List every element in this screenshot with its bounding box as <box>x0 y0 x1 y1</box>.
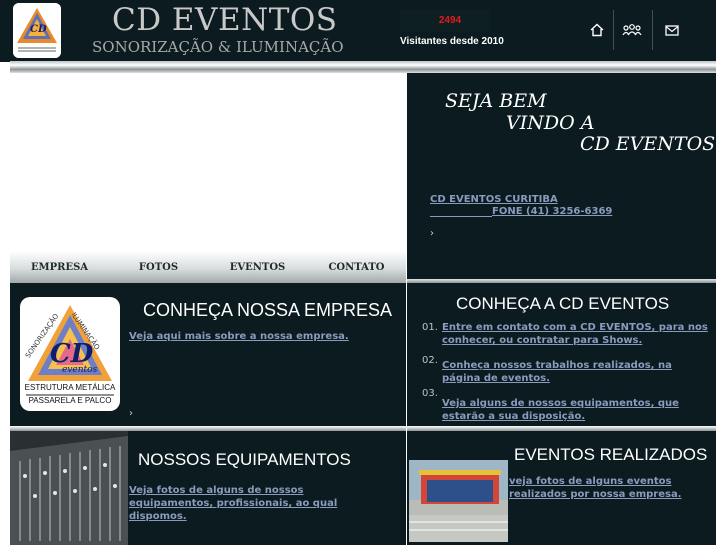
site-subtitle: SONORIZAÇÃO & ILUMINAÇÃO <box>92 38 344 56</box>
visitor-counter: 2494 <box>438 15 462 26</box>
crowd-icon <box>622 24 642 36</box>
site-title: CD EVENTOS <box>112 2 338 38</box>
eventos-title: EVENTOS REALIZADOS <box>514 445 708 464</box>
stage-event-image <box>409 460 508 542</box>
equipamentos-link[interactable]: Veja fotos de alguns de nossos equipamen… <box>129 484 379 523</box>
item-number: 03. <box>422 388 438 399</box>
empresa-title: CONHEÇA NOSSA EMPRESA <box>143 300 393 320</box>
mixer-photo[interactable] <box>10 431 128 545</box>
home-button[interactable] <box>583 16 611 44</box>
conheca-item-2[interactable]: Conheça nossos trabalhos realizados, na … <box>442 359 708 385</box>
empresa-link[interactable]: Veja aqui mais sobre a nossa empresa. <box>129 330 349 343</box>
mail-icon <box>665 24 679 36</box>
company-link[interactable]: CD EVENTOS CURITIBA <box>430 194 558 205</box>
logo[interactable]: CD <box>13 3 61 58</box>
equipamentos-title: NOSSOS EQUIPAMENTOS <box>138 450 351 469</box>
header-divider <box>652 10 653 50</box>
conheca-title: CONHEÇA A CD EVENTOS <box>456 294 670 313</box>
conheca-item-3[interactable]: Veja alguns de nossos equipamentos, que … <box>442 397 708 423</box>
logo-mark: CD <box>30 24 47 35</box>
arrow-icon[interactable]: › <box>129 408 133 419</box>
banner-area <box>10 73 406 251</box>
nav-eventos[interactable]: EVENTOS <box>208 251 307 283</box>
item-number: 01. <box>422 322 438 333</box>
logo-estrutura-text: ESTRUTURA METÁLICA <box>24 383 116 392</box>
welcome-line-1: SEJA BEM <box>445 90 547 112</box>
nav-contato[interactable]: CONTATO <box>307 251 406 283</box>
conheca-item-1[interactable]: Entre em contato com a CD EVENTOS, para … <box>442 321 708 347</box>
phone-link[interactable]: FONE (41) 3256-6369 <box>492 206 612 217</box>
mail-button[interactable] <box>658 16 686 44</box>
empresa-logo[interactable]: CD eventos SONORIZAÇÃO ILUMINAÇÃO ESTRUT… <box>20 297 120 411</box>
link-underline <box>430 216 492 217</box>
crowd-button[interactable] <box>618 16 646 44</box>
evento-photo[interactable] <box>409 460 508 542</box>
metal-divider <box>10 61 716 73</box>
welcome-line-3: CD EVENTOS <box>580 133 716 155</box>
home-icon <box>590 23 604 37</box>
mixing-console-image <box>10 431 128 545</box>
nav-fotos[interactable]: FOTOS <box>109 251 208 283</box>
visitor-label: Visitantes desde 2010 <box>400 36 504 47</box>
arrow-icon[interactable]: › <box>430 228 434 239</box>
page-margin <box>716 0 727 545</box>
logo-eventos-text: eventos <box>62 365 98 375</box>
item-number: 02. <box>422 355 438 366</box>
header-divider <box>613 10 614 50</box>
eventos-link[interactable]: veja fotos de alguns eventos realizados … <box>509 475 709 501</box>
welcome-line-2: VINDO A <box>506 112 595 134</box>
nav-empresa[interactable]: EMPRESA <box>10 251 109 283</box>
logo-passarela-text: PASSARELA E PALCO <box>28 396 112 405</box>
page-margin <box>0 62 10 545</box>
